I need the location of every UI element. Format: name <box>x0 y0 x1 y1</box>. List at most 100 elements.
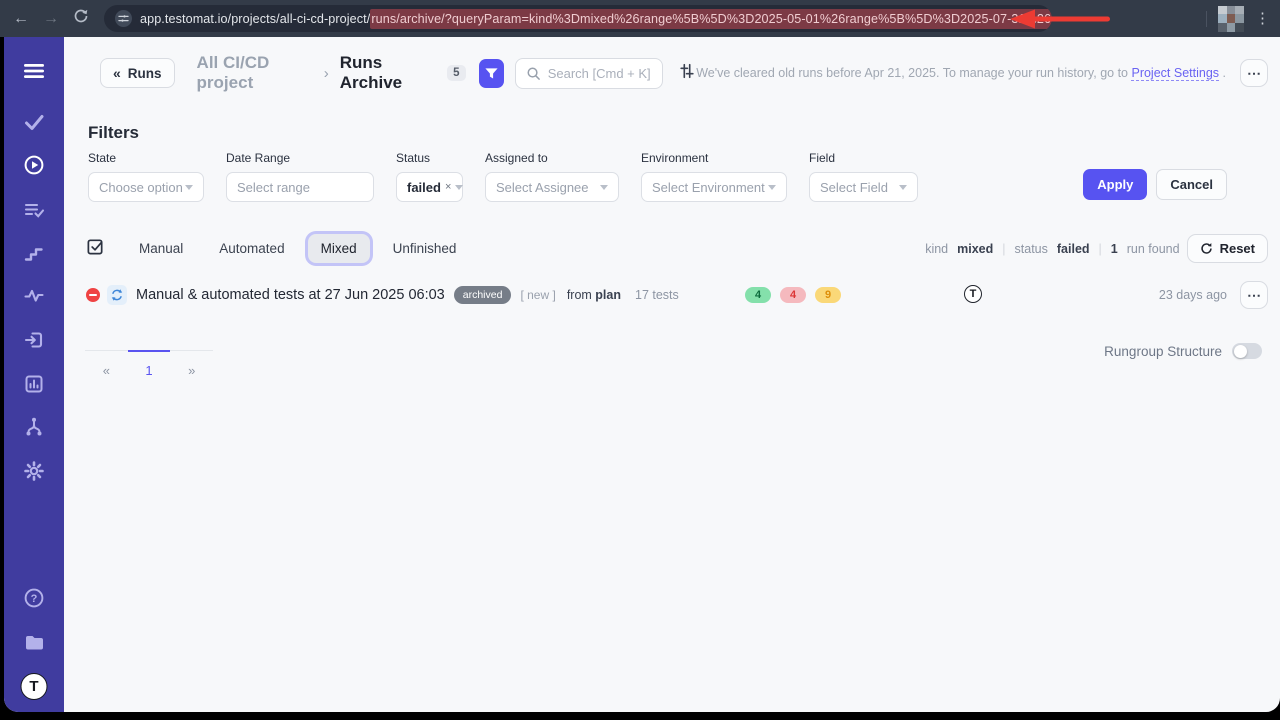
tab-manual[interactable]: Manual <box>126 234 196 263</box>
breadcrumb-project[interactable]: All CI/CD project <box>197 53 313 93</box>
cycle-icon <box>107 285 127 305</box>
gear-icon[interactable] <box>23 460 45 487</box>
hamburger-icon[interactable] <box>23 60 45 87</box>
breadcrumb-separator: › <box>324 65 329 82</box>
chevron-down-icon <box>185 185 193 190</box>
testomat-run-icon: T <box>964 285 982 303</box>
url-selected-text: runs/archive/?queryParam=kind%3Dmixed%26… <box>370 9 1052 29</box>
reload-icon[interactable] <box>66 8 96 29</box>
kebab-menu-icon[interactable]: ⋮ <box>1255 11 1270 26</box>
notice-text: We've cleared old runs before Apr 21, 20… <box>696 66 1226 80</box>
assignee-select[interactable]: Select Assignee <box>485 172 619 202</box>
run-count: 1 <box>1111 242 1118 256</box>
tab-automated[interactable]: Automated <box>206 234 297 263</box>
run-time-ago: 23 days ago <box>1159 288 1227 302</box>
status-value: failed <box>1057 242 1090 256</box>
run-row[interactable]: Manual & automated tests at 27 Jun 2025 … <box>86 280 1268 310</box>
chevron-down-icon <box>600 185 608 190</box>
toggle-knob <box>1234 345 1247 358</box>
pulse-icon[interactable] <box>23 285 45 312</box>
rungroup-structure-label: Rungroup Structure <box>1104 344 1222 359</box>
main-content: « Runs All CI/CD project › Runs Archive … <box>64 37 1280 712</box>
filter-field-status: Status failed× <box>396 151 463 202</box>
check-icon[interactable] <box>23 111 45 138</box>
breadcrumb-page-title: Runs Archive <box>340 53 434 93</box>
apply-button[interactable]: Apply <box>1083 169 1147 200</box>
chevron-down-icon <box>455 185 463 190</box>
cancel-button[interactable]: Cancel <box>1156 169 1227 200</box>
search-placeholder: Search [Cmd + K] <box>548 66 651 81</box>
filter-actions: Apply Cancel <box>1083 169 1227 200</box>
folder-icon[interactable] <box>23 631 45 658</box>
forward-arrow-icon[interactable]: → <box>36 10 66 28</box>
pagination-prev[interactable]: « <box>85 350 128 378</box>
play-circle-icon[interactable] <box>23 154 45 181</box>
profile-avatar[interactable] <box>1218 6 1244 32</box>
failed-status-icon <box>86 288 100 302</box>
search-input[interactable]: Search [Cmd + K] <box>515 58 664 89</box>
rungroup-structure: Rungroup Structure <box>1104 343 1262 359</box>
passed-pill: 4 <box>745 287 771 303</box>
tab-mixed[interactable]: Mixed <box>308 234 370 263</box>
project-settings-link[interactable]: Project Settings <box>1131 66 1219 81</box>
app-window: ? T « Runs All CI/CD project › Runs Arch… <box>4 37 1280 712</box>
search-icon <box>526 66 541 81</box>
branch-icon[interactable] <box>23 416 45 443</box>
double-chevron-left-icon: « <box>113 65 121 81</box>
run-title[interactable]: Manual & automated tests at 27 Jun 2025 … <box>136 287 445 303</box>
rungroup-structure-toggle[interactable] <box>1232 343 1262 359</box>
kind-value: mixed <box>957 242 993 256</box>
run-more-button[interactable]: ⋯ <box>1240 281 1268 309</box>
back-arrow-icon[interactable]: ← <box>6 10 36 28</box>
logo-icon[interactable]: T <box>21 673 48 700</box>
chevron-down-icon <box>768 185 776 190</box>
skipped-pill: 9 <box>815 287 841 303</box>
pagination-page-1[interactable]: 1 <box>128 350 171 378</box>
chrome-divider <box>1206 11 1207 27</box>
funnel-icon <box>484 66 499 81</box>
tune-icon[interactable] <box>678 62 696 85</box>
pagination: « 1 » <box>85 350 213 378</box>
date-range-input[interactable]: Select range <box>226 172 374 202</box>
chevron-down-icon <box>899 185 907 190</box>
filter-summary: kindmixed | statusfailed | 1run found <box>925 242 1179 256</box>
new-badge: [ new ] <box>520 288 555 302</box>
tab-unfinished[interactable]: Unfinished <box>380 234 470 263</box>
filter-field-date-range: Date Range Select range <box>226 151 374 202</box>
site-settings-icon[interactable] <box>115 10 132 27</box>
result-pills: 4 4 9 <box>745 287 841 303</box>
topbar: « Runs All CI/CD project › Runs Archive … <box>100 57 1268 89</box>
state-select[interactable]: Choose option <box>88 172 204 202</box>
address-bar[interactable]: app.testomat.io/projects/all-ci-cd-proje… <box>104 5 1052 32</box>
reset-button[interactable]: Reset <box>1187 234 1268 263</box>
checklist-icon[interactable] <box>86 237 105 261</box>
list-check-icon[interactable] <box>23 199 45 226</box>
refresh-icon <box>1200 242 1213 255</box>
steps-icon[interactable] <box>23 242 45 269</box>
sign-in-icon[interactable] <box>23 329 45 356</box>
runs-count-badge: 5 <box>447 65 465 81</box>
failed-pill: 4 <box>780 287 806 303</box>
remove-status-icon[interactable]: × <box>445 181 451 193</box>
filter-field-environment: Environment Select Environment <box>641 151 787 202</box>
filter-field-state: State Choose option <box>88 151 204 202</box>
sidebar: ? T <box>4 37 64 712</box>
tests-count: 17 tests <box>635 288 679 302</box>
svg-text:?: ? <box>31 593 38 605</box>
bar-chart-icon[interactable] <box>23 373 45 400</box>
filter-field-assigned-to: Assigned to Select Assignee <box>485 151 619 202</box>
runs-back-button[interactable]: « Runs <box>100 58 175 88</box>
filters-title: Filters <box>88 123 139 143</box>
filter-field-field: Field Select Field <box>809 151 918 202</box>
from-plan-label: from plan <box>567 288 621 302</box>
header-more-button[interactable]: ⋯ <box>1240 59 1268 87</box>
pagination-next[interactable]: » <box>170 350 213 378</box>
help-icon[interactable]: ? <box>23 587 45 614</box>
field-select[interactable]: Select Field <box>809 172 918 202</box>
filter-toggle-button[interactable] <box>479 59 504 88</box>
tabs-row: Manual Automated Mixed Unfinished kindmi… <box>86 233 1268 264</box>
status-select[interactable]: failed× <box>396 172 463 202</box>
filter-fields: State Choose option Date Range Select ra… <box>88 151 918 202</box>
url-text: app.testomat.io/projects/all-ci-cd-proje… <box>140 12 1052 26</box>
environment-select[interactable]: Select Environment <box>641 172 787 202</box>
